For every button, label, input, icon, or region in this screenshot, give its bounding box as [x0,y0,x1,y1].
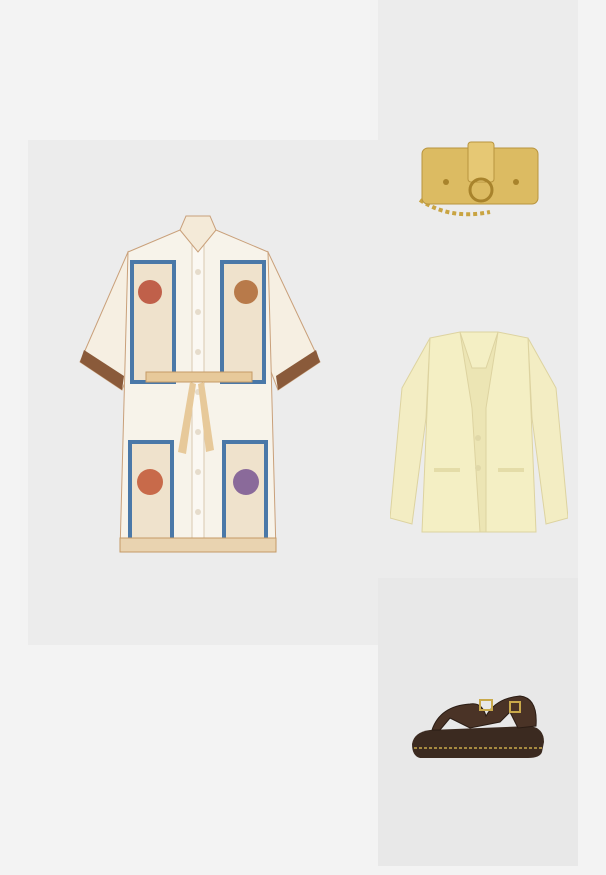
sandals-image[interactable] [410,688,546,760]
dress-image[interactable] [70,212,326,568]
blazer-image[interactable] [390,328,568,540]
bag-image[interactable] [410,140,546,222]
